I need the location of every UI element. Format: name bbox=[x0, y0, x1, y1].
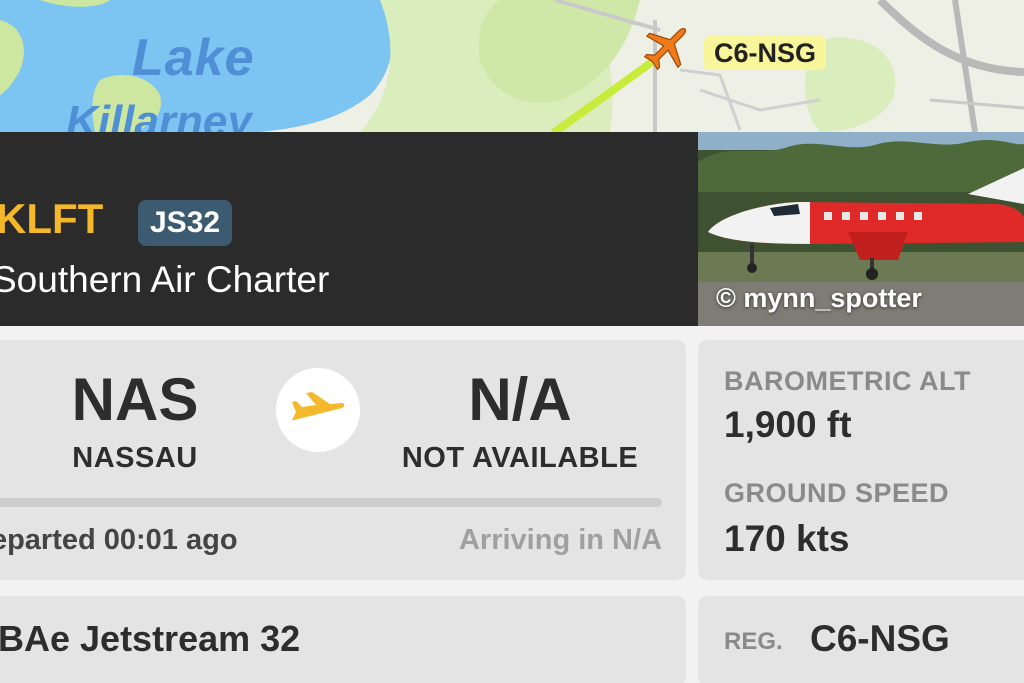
registration-label: REG. bbox=[724, 628, 783, 655]
registration-value: C6-NSG bbox=[810, 618, 950, 659]
flight-progress-bar bbox=[0, 498, 662, 507]
flight-map[interactable]: Lake Killarney C6-NSG bbox=[0, 0, 1024, 132]
altitude-label: BAROMETRIC ALT bbox=[724, 366, 971, 396]
aircraft-type-card[interactable]: BAe Jetstream 32 bbox=[0, 596, 686, 683]
lake-label-line2: Killarney bbox=[66, 97, 252, 133]
origin-airport[interactable]: NAS NASSAU bbox=[20, 370, 250, 473]
altitude-value: 1,900 ft bbox=[724, 404, 852, 445]
aircraft-type-full: BAe Jetstream 32 bbox=[0, 618, 301, 659]
aircraft-photo[interactable]: © mynn_spotter bbox=[698, 132, 1024, 326]
origin-code: NAS bbox=[71, 366, 199, 433]
ground-speed-label: GROUND SPEED bbox=[724, 478, 950, 508]
photo-credit: © mynn_spotter bbox=[716, 283, 922, 313]
callsign: KLFT bbox=[0, 195, 104, 242]
destination-code: N/A bbox=[468, 366, 572, 433]
destination-name: NOT AVAILABLE bbox=[401, 442, 639, 474]
airline-name: Southern Air Charter bbox=[0, 259, 330, 300]
departed-text: Departed 00:01 ago bbox=[0, 524, 238, 556]
aircraft-type-badge: JS32 bbox=[138, 200, 233, 246]
registration-card[interactable]: REG. C6-NSG bbox=[698, 596, 1024, 683]
arriving-text: Arriving in N/A bbox=[458, 524, 662, 556]
flight-header: KLFT JS32 Southern Air Charter bbox=[0, 132, 698, 326]
aircraft-map-label[interactable]: C6-NSG bbox=[704, 36, 827, 70]
airplane-icon[interactable] bbox=[640, 18, 696, 74]
destination-airport[interactable]: N/A NOT AVAILABLE bbox=[380, 370, 660, 473]
route-card[interactable]: NAS NASSAU N/A NOT AVAILABLE Departed 00… bbox=[0, 340, 686, 580]
ground-speed-value: 170 kts bbox=[724, 518, 850, 559]
route-direction-indicator bbox=[276, 368, 360, 452]
lake-label: Lake bbox=[132, 29, 255, 87]
origin-name: NASSAU bbox=[72, 442, 198, 474]
flight-stats-card[interactable]: BAROMETRIC ALT 1,900 ft GROUND SPEED 170… bbox=[698, 340, 1024, 580]
airplane-icon bbox=[292, 392, 345, 420]
